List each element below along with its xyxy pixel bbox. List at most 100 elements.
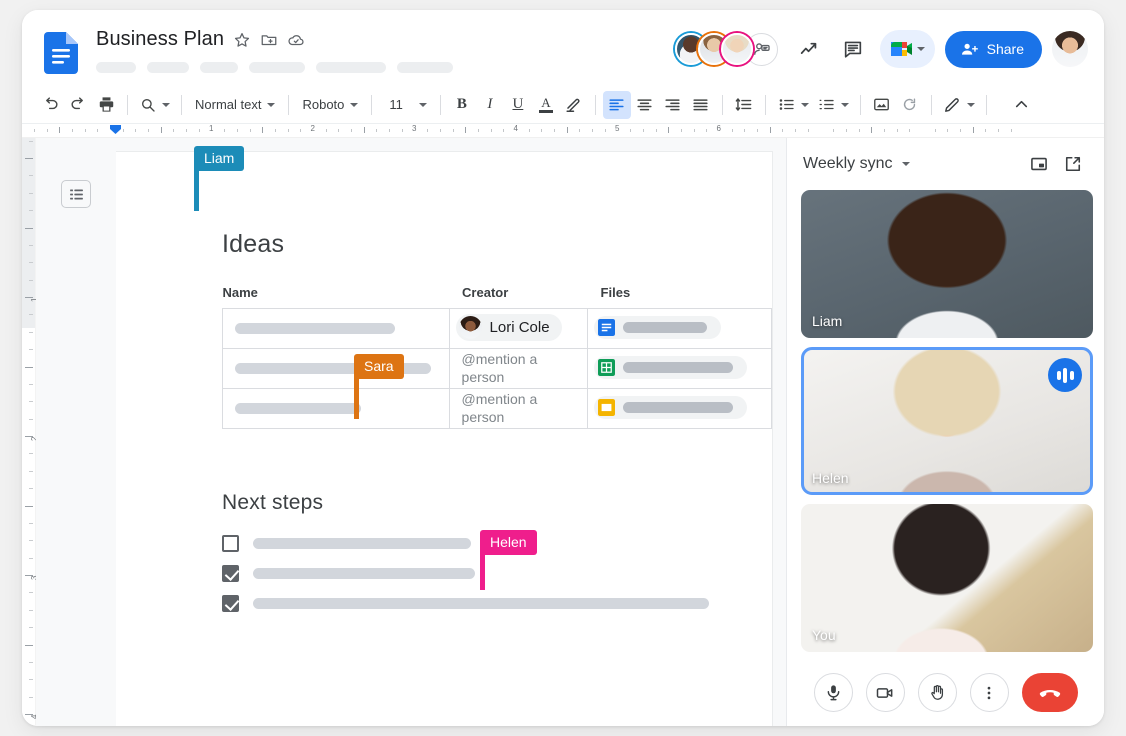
cell-files[interactable] bbox=[588, 309, 772, 349]
underline-button[interactable]: U bbox=[504, 91, 532, 119]
page-scroll-area: Liam Ideas Name Creator Files bbox=[116, 138, 786, 726]
star-icon[interactable] bbox=[233, 31, 251, 49]
undo-button[interactable] bbox=[36, 91, 64, 119]
collaborator-avatars[interactable] bbox=[675, 33, 778, 66]
cell-creator[interactable]: @mention a person bbox=[449, 389, 588, 429]
file-chip[interactable] bbox=[594, 356, 747, 379]
end-call-button[interactable] bbox=[1022, 673, 1078, 712]
page-title[interactable]: Business Plan bbox=[96, 28, 224, 51]
table-row[interactable]: @mention a person bbox=[223, 389, 772, 429]
table-row[interactable]: Lori Cole bbox=[223, 309, 772, 349]
app-window: Business Plan bbox=[22, 10, 1104, 726]
insert-image-button[interactable] bbox=[868, 91, 896, 119]
checklist-item[interactable] bbox=[222, 595, 772, 612]
ruler-tick bbox=[732, 129, 733, 132]
collaborator-cursor-flag-liam: Liam bbox=[194, 146, 244, 171]
open-in-new-icon[interactable] bbox=[1056, 147, 1090, 181]
profile-avatar[interactable] bbox=[1052, 31, 1088, 67]
ruler-tick bbox=[871, 127, 872, 133]
ruler-tick bbox=[833, 129, 834, 132]
comment-icon[interactable] bbox=[834, 30, 872, 68]
toolbar-divider bbox=[595, 95, 596, 115]
vertical-ruler[interactable]: 1234 bbox=[22, 138, 36, 726]
ruler-tick bbox=[29, 662, 33, 663]
checklist-item[interactable] bbox=[222, 565, 772, 582]
italic-button[interactable]: I bbox=[476, 91, 504, 119]
horizontal-ruler[interactable]: 123456 bbox=[22, 124, 1104, 138]
cell-name[interactable] bbox=[223, 389, 450, 429]
cell-files[interactable] bbox=[588, 389, 772, 429]
ruler-tick bbox=[300, 129, 301, 132]
ruler-tick bbox=[681, 129, 682, 132]
ruler-tick bbox=[491, 129, 492, 132]
participant-tile[interactable]: You bbox=[801, 504, 1093, 652]
activity-dashboard-button[interactable] bbox=[790, 30, 828, 68]
chevron-down-icon[interactable] bbox=[902, 162, 910, 166]
more-options-button[interactable] bbox=[970, 673, 1009, 712]
avatar[interactable] bbox=[721, 33, 753, 65]
participant-tile[interactable]: Liam bbox=[801, 190, 1093, 338]
ruler-tick bbox=[288, 129, 289, 132]
ruler-tick bbox=[250, 129, 251, 132]
top-bar: Business Plan bbox=[22, 10, 1104, 86]
editing-mode-button[interactable] bbox=[939, 91, 979, 119]
italic-label: I bbox=[487, 96, 492, 113]
text-placeholder-bar bbox=[235, 403, 361, 414]
cell-files[interactable] bbox=[588, 349, 772, 389]
zoom-button[interactable] bbox=[135, 91, 174, 119]
document-page[interactable]: Liam Ideas Name Creator Files bbox=[116, 152, 772, 726]
align-left-button[interactable] bbox=[603, 91, 631, 119]
align-justify-button[interactable] bbox=[687, 91, 715, 119]
person-chip[interactable]: Lori Cole bbox=[456, 314, 562, 341]
collaborator-flag-label: Liam bbox=[194, 146, 244, 171]
paragraph-style-dropdown[interactable]: Normal text bbox=[189, 91, 281, 119]
participant-tile-active[interactable]: Helen bbox=[801, 347, 1093, 495]
google-meet-button[interactable] bbox=[880, 30, 935, 68]
numbered-list-button[interactable] bbox=[813, 91, 853, 119]
raise-hand-button[interactable] bbox=[918, 673, 957, 712]
ruler-tick bbox=[29, 262, 33, 263]
ruler-tick bbox=[897, 129, 898, 132]
file-chip[interactable] bbox=[594, 316, 721, 339]
share-button[interactable]: Share bbox=[945, 31, 1042, 68]
ruler-tick bbox=[161, 127, 162, 133]
bold-button[interactable]: B bbox=[448, 91, 476, 119]
print-button[interactable] bbox=[92, 91, 120, 119]
meeting-title: Weekly sync bbox=[803, 155, 893, 173]
collaborator-cursor-flag-helen: Helen bbox=[480, 530, 537, 555]
ruler-tick bbox=[795, 129, 796, 132]
checkbox-checked[interactable] bbox=[222, 595, 239, 612]
redo-button[interactable] bbox=[64, 91, 92, 119]
checkbox-checked[interactable] bbox=[222, 565, 239, 582]
file-chip[interactable] bbox=[594, 396, 747, 419]
line-spacing-button[interactable] bbox=[730, 91, 758, 119]
cell-creator[interactable]: Lori Cole bbox=[449, 309, 588, 349]
collapse-toolbar-button[interactable] bbox=[1008, 91, 1036, 119]
camera-button[interactable] bbox=[866, 673, 905, 712]
cell-name[interactable]: Sara bbox=[223, 349, 450, 389]
ruler-tick bbox=[757, 129, 758, 132]
text-color-button[interactable]: A bbox=[532, 91, 560, 119]
bulleted-list-button[interactable] bbox=[773, 91, 813, 119]
mention-placeholder: @mention a person bbox=[462, 391, 538, 425]
table-row[interactable]: Sara @mention a person bbox=[223, 349, 772, 389]
font-size-dropdown[interactable]: 11 bbox=[379, 91, 433, 119]
cell-name[interactable] bbox=[223, 309, 450, 349]
insert-more-button[interactable] bbox=[896, 91, 924, 119]
checkbox-unchecked[interactable] bbox=[222, 535, 239, 552]
font-family-dropdown[interactable]: Roboto bbox=[296, 91, 364, 119]
highlight-color-button[interactable] bbox=[560, 91, 588, 119]
ruler-number: 2 bbox=[311, 124, 315, 133]
move-to-folder-icon[interactable] bbox=[260, 31, 278, 49]
align-right-button[interactable] bbox=[659, 91, 687, 119]
align-center-button[interactable] bbox=[631, 91, 659, 119]
ideas-table[interactable]: Name Creator Files Lori Cole bbox=[222, 285, 772, 429]
cell-creator[interactable]: @mention a person bbox=[449, 349, 588, 389]
avatar bbox=[459, 316, 482, 339]
picture-in-picture-icon[interactable] bbox=[1022, 147, 1056, 181]
microphone-button[interactable] bbox=[814, 673, 853, 712]
ruler-number: 5 bbox=[615, 124, 619, 133]
cloud-saved-icon[interactable] bbox=[287, 31, 305, 49]
indent-marker[interactable] bbox=[110, 125, 121, 134]
document-outline-icon[interactable] bbox=[61, 180, 91, 208]
